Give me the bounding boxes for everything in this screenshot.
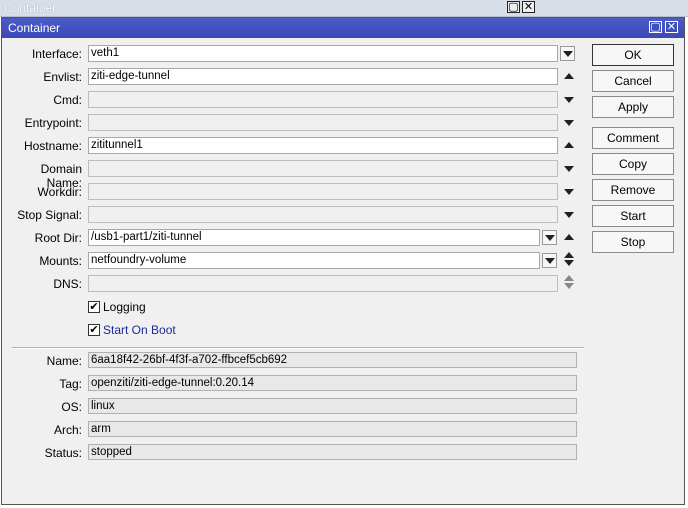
chevron-down-icon bbox=[545, 235, 555, 241]
workdir-field[interactable] bbox=[88, 183, 558, 200]
restore-icon[interactable]: ▢ bbox=[649, 21, 662, 33]
root-dir-label: Root Dir: bbox=[34, 231, 82, 245]
os-label: OS: bbox=[61, 400, 82, 414]
ok-button[interactable]: OK bbox=[592, 44, 674, 66]
move-up-icon[interactable] bbox=[564, 252, 574, 258]
expand-down-icon[interactable] bbox=[564, 212, 574, 218]
expand-down-icon[interactable] bbox=[564, 97, 574, 103]
start-on-boot-label: Start On Boot bbox=[103, 323, 176, 337]
expand-down-icon[interactable] bbox=[564, 189, 574, 195]
apply-button[interactable]: Apply bbox=[592, 96, 674, 118]
background-window-titlebar: Container ▢ ✕ bbox=[0, 0, 688, 17]
status-label: Status: bbox=[44, 446, 82, 460]
entrypoint-label: Entrypoint: bbox=[24, 116, 82, 130]
name-value: 6aa18f42-26bf-4f3f-a702-ffbcef5cb692 bbox=[88, 352, 577, 368]
chevron-down-icon bbox=[545, 258, 555, 264]
container-dialog: Container ▢ ✕ Interface: veth1 Envlist: … bbox=[1, 17, 685, 505]
interface-field[interactable]: veth1 bbox=[88, 45, 558, 62]
mounts-field[interactable]: netfoundry-volume bbox=[88, 252, 540, 269]
tag-value: openziti/ziti-edge-tunnel:0.20.14 bbox=[88, 375, 577, 391]
separator bbox=[12, 347, 584, 349]
stop-button[interactable]: Stop bbox=[592, 231, 674, 253]
workdir-label: Workdir: bbox=[37, 185, 82, 199]
move-up-icon bbox=[564, 275, 574, 281]
dns-field[interactable] bbox=[88, 275, 558, 292]
logging-label: Logging bbox=[103, 300, 146, 314]
tag-label: Tag: bbox=[59, 377, 82, 391]
stop-signal-label: Stop Signal: bbox=[17, 208, 82, 222]
close-icon[interactable]: ✕ bbox=[665, 21, 678, 33]
collapse-up-icon[interactable] bbox=[564, 234, 574, 240]
expand-down-icon[interactable] bbox=[564, 120, 574, 126]
logging-checkbox[interactable]: ✔ bbox=[88, 301, 100, 313]
remove-button[interactable]: Remove bbox=[592, 179, 674, 201]
cmd-field[interactable] bbox=[88, 91, 558, 108]
close-icon[interactable]: ✕ bbox=[522, 1, 535, 13]
interface-dropdown-button[interactable] bbox=[560, 46, 575, 61]
entrypoint-field[interactable] bbox=[88, 114, 558, 131]
root-dir-dropdown-button[interactable] bbox=[542, 230, 557, 245]
mounts-dropdown-button[interactable] bbox=[542, 253, 557, 268]
os-value: linux bbox=[88, 398, 577, 414]
start-button[interactable]: Start bbox=[592, 205, 674, 227]
move-down-icon[interactable] bbox=[564, 260, 574, 266]
stop-signal-field[interactable] bbox=[88, 206, 558, 223]
copy-button[interactable]: Copy bbox=[592, 153, 674, 175]
domain-name-field[interactable] bbox=[88, 160, 558, 177]
dialog-title: Container bbox=[8, 21, 61, 35]
envlist-label: Envlist: bbox=[43, 70, 82, 84]
collapse-up-icon[interactable] bbox=[564, 73, 574, 79]
move-down-icon bbox=[564, 283, 574, 289]
restore-icon[interactable]: ▢ bbox=[507, 1, 520, 13]
cmd-label: Cmd: bbox=[53, 93, 82, 107]
mounts-label: Mounts: bbox=[39, 254, 82, 268]
start-on-boot-checkbox[interactable]: ✔ bbox=[88, 324, 100, 336]
chevron-down-icon bbox=[563, 51, 573, 57]
cancel-button[interactable]: Cancel bbox=[592, 70, 674, 92]
status-value: stopped bbox=[88, 444, 577, 460]
background-window-title: Container bbox=[4, 1, 57, 15]
envlist-field[interactable]: ziti-edge-tunnel bbox=[88, 68, 558, 85]
root-dir-field[interactable]: /usb1-part1/ziti-tunnel bbox=[88, 229, 540, 246]
arch-label: Arch: bbox=[53, 423, 82, 437]
collapse-up-icon[interactable] bbox=[564, 142, 574, 148]
hostname-field[interactable]: zititunnel1 bbox=[88, 137, 558, 154]
name-label: Name: bbox=[46, 354, 82, 368]
dialog-titlebar: Container ▢ ✕ bbox=[2, 18, 684, 38]
arch-value: arm bbox=[88, 421, 577, 437]
interface-label: Interface: bbox=[31, 47, 82, 61]
dns-label: DNS: bbox=[53, 277, 82, 291]
hostname-label: Hostname: bbox=[23, 139, 82, 153]
comment-button[interactable]: Comment bbox=[592, 127, 674, 149]
expand-down-icon[interactable] bbox=[564, 166, 574, 172]
